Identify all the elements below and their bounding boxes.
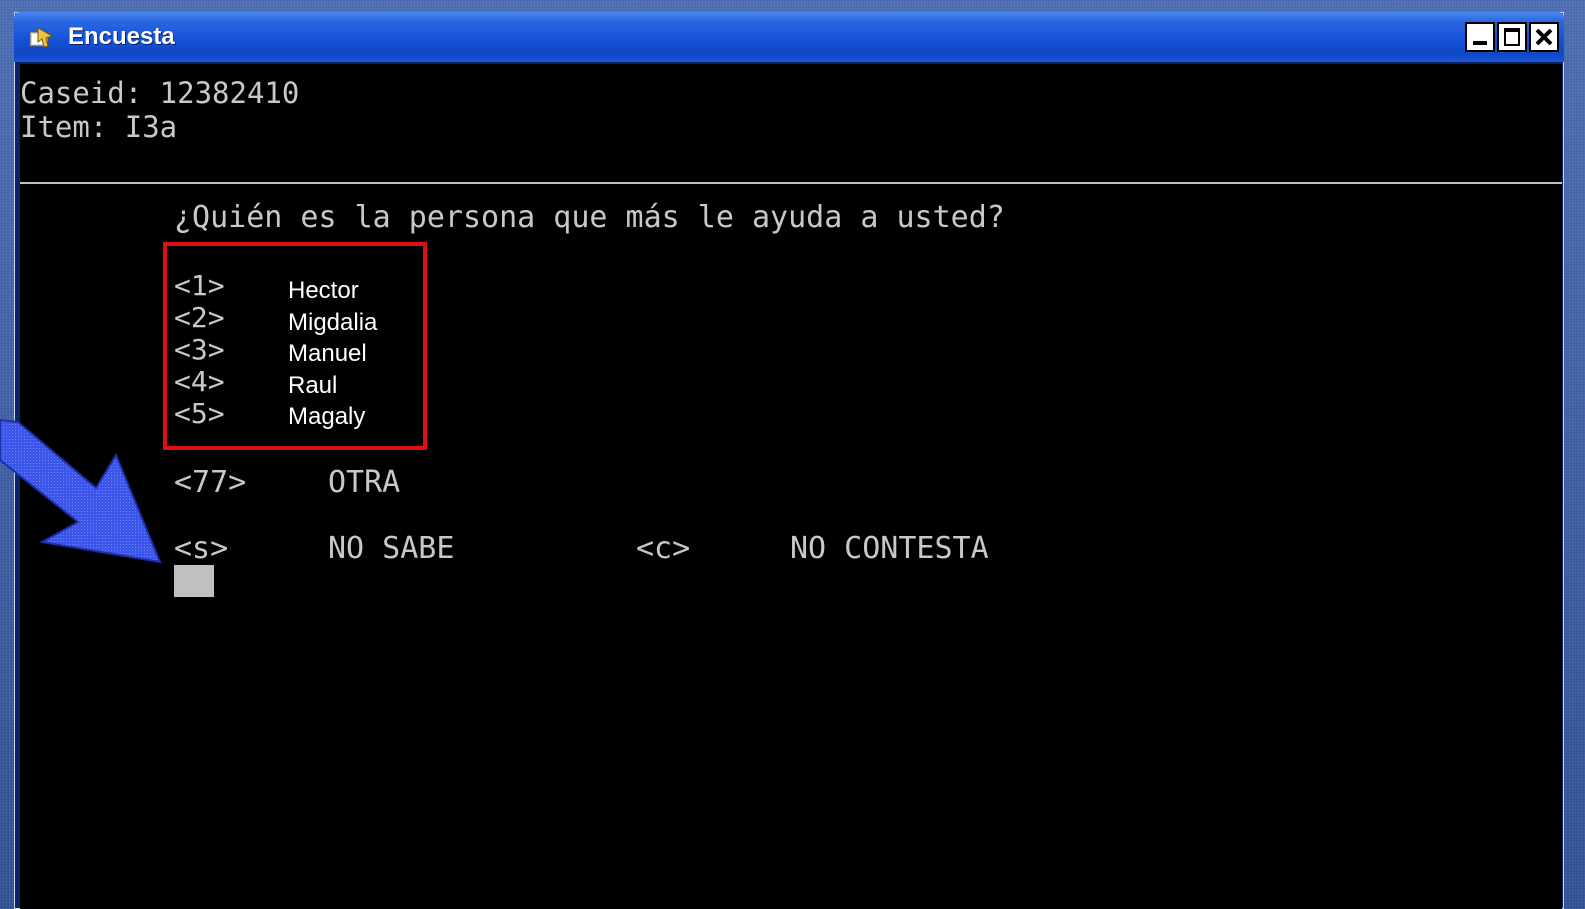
other-label[interactable]: OTRA: [328, 464, 400, 502]
close-button[interactable]: [1529, 22, 1559, 52]
minimize-button[interactable]: [1465, 22, 1495, 52]
option-code: <1>: [174, 269, 225, 302]
item-label: Item: I3a: [20, 110, 178, 144]
option-name[interactable]: Migdalia: [288, 308, 377, 338]
window-title: Encuesta: [68, 23, 175, 50]
option-name[interactable]: Raul: [288, 371, 337, 401]
option-code: <4>: [174, 365, 225, 398]
maximize-button[interactable]: [1497, 22, 1527, 52]
option-code: <5>: [174, 397, 225, 430]
caseid-label: Caseid: 12382410: [20, 76, 300, 110]
no-answer-code: <c>: [636, 531, 691, 566]
option-code: <3>: [174, 333, 225, 366]
console-area[interactable]: Caseid: 12382410 Item: I3a ¿Quién es la …: [20, 64, 1562, 909]
divider: [20, 182, 1562, 184]
pointer-arrow-icon: [0, 418, 162, 564]
dont-know-label[interactable]: NO SABE: [328, 530, 454, 568]
other-code: <77>: [174, 465, 247, 500]
close-icon: [1535, 28, 1553, 46]
option-name[interactable]: Manuel: [288, 339, 367, 369]
dont-know-code: <s>: [174, 531, 229, 566]
option-name[interactable]: Magaly: [288, 402, 365, 432]
option-name[interactable]: Hector: [288, 276, 359, 306]
option-code: <2>: [174, 301, 225, 334]
survey-window: Encuesta Caseid: 12382410 Item: I3a ¿Qui…: [14, 12, 1564, 909]
input-cursor[interactable]: [174, 565, 214, 597]
no-answer-label[interactable]: NO CONTESTA: [790, 530, 989, 568]
app-icon: [29, 27, 54, 48]
question-text: ¿Quién es la persona que más le ayuda a …: [174, 200, 1005, 235]
title-bar[interactable]: Encuesta: [14, 12, 1564, 62]
